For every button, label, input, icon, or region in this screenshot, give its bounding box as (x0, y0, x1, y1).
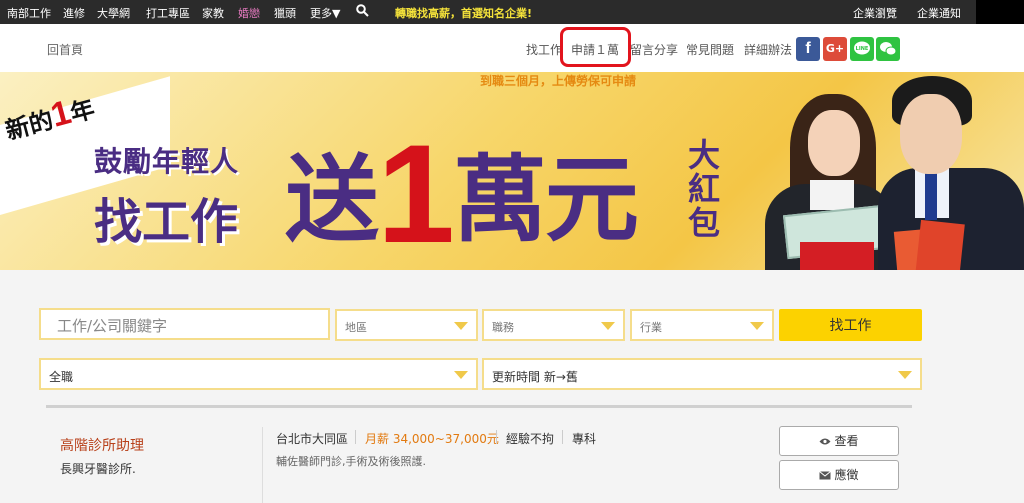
encourage-text: 鼓勵年輕人 (94, 145, 240, 178)
home-link[interactable]: 回首頁 (47, 41, 83, 58)
chevron-down-icon (454, 371, 468, 379)
apply-job-label: 應徵 (834, 468, 859, 482)
chevron-down-icon (454, 322, 468, 330)
nav-link-faq[interactable]: 常見問題 (686, 41, 734, 58)
topbar-link-dating[interactable]: 婚戀 (238, 5, 260, 21)
subsite-nav: 回首頁 找工作 申請１萬 留言分享 常見問題 詳細辦法 f G+ LINE (0, 24, 1024, 72)
view-job-label: 查看 (834, 434, 859, 448)
man-face-illustration (900, 94, 962, 174)
job-salary: 月薪 34,000~37,000元 (365, 432, 499, 446)
job-title-link[interactable]: 高階診所助理 (60, 435, 144, 455)
search-button[interactable]: 找工作 (779, 309, 922, 341)
company-name[interactable]: 長興牙醫診所. (60, 460, 136, 477)
job-location: 台北市大同區 (276, 432, 349, 446)
job-education: 專科 (572, 432, 597, 446)
nav-link-find-job[interactable]: 找工作 (526, 41, 562, 58)
job-type-select[interactable]: 職務 (482, 309, 625, 341)
find-job-text: 找工作 (94, 194, 239, 250)
sort-select[interactable]: 更新時間 新→舊 (482, 358, 922, 390)
currency-word: 萬元 (452, 146, 639, 255)
svg-text:LINE: LINE (856, 46, 869, 52)
keyword-input[interactable]: 工作/公司關鍵字 (39, 308, 330, 340)
chevron-down-icon (750, 322, 764, 330)
area-select[interactable]: 地區 (335, 309, 478, 341)
topbar-user-area[interactable] (976, 0, 1024, 24)
amount-number: 1 (377, 115, 455, 270)
search-icon[interactable] (356, 4, 369, 20)
industry-select[interactable]: 行業 (630, 309, 774, 341)
meta-separator (562, 430, 563, 444)
topbar-link-headhunter[interactable]: 獵頭 (274, 5, 296, 21)
industry-select-label: 行業 (640, 321, 662, 334)
employment-type-select[interactable]: 全職 (39, 358, 478, 390)
topbar-link-university[interactable]: 大學網 (97, 5, 130, 21)
topbar-link-study[interactable]: 進修 (63, 5, 85, 21)
highlight-annotation (560, 27, 631, 67)
sort-value: 更新時間 新→舊 (492, 370, 578, 384)
topbar-link-tutor[interactable]: 家教 (202, 5, 224, 21)
envelope-icon (819, 471, 832, 480)
job-description: 輔佐醫師門診,手術及術後照護. (276, 455, 426, 468)
apply-job-button[interactable]: 應徵 (779, 460, 899, 490)
red-envelope-illustration (800, 242, 874, 270)
nav-link-share[interactable]: 留言分享 (630, 41, 678, 58)
red-envelope-text: 大紅包 (688, 136, 721, 242)
chevron-down-icon (601, 322, 615, 330)
wechat-icon[interactable] (876, 37, 900, 61)
promo-banner[interactable]: 到職三個月，上傳勞保可申請 新的1年 鼓勵年輕人 找工作 送1萬元 大紅包 (0, 72, 1024, 270)
red-envelope-illustration (915, 219, 965, 270)
nav-link-details[interactable]: 詳細辦法 (744, 41, 792, 58)
top-bar: 南部工作 進修 大學網 打工專區 家教 婚戀 獵頭 更多▼ 轉職找高薪，首選知名… (0, 0, 1024, 24)
facebook-icon[interactable]: f (796, 37, 820, 61)
eye-icon (819, 438, 831, 445)
meta-separator (355, 430, 356, 444)
google-plus-icon[interactable]: G+ (823, 37, 847, 61)
topbar-link-south-jobs[interactable]: 南部工作 (7, 5, 51, 21)
list-divider (46, 405, 912, 408)
banner-notice: 到職三個月，上傳勞保可申請 (480, 74, 637, 88)
view-job-button[interactable]: 查看 (779, 426, 899, 456)
send-headline: 送1萬元 (285, 124, 639, 264)
card-divider (262, 427, 263, 503)
topbar-link-company-browse[interactable]: 企業瀏覽 (853, 5, 897, 21)
line-icon[interactable]: LINE (850, 37, 874, 61)
keyword-placeholder: 工作/公司關鍵字 (57, 317, 168, 335)
area-select-label: 地區 (345, 321, 367, 334)
employment-type-value: 全職 (49, 370, 74, 384)
topbar-promo-link[interactable]: 轉職找高薪，首選知名企業! (395, 5, 532, 21)
topbar-link-parttime[interactable]: 打工專區 (146, 5, 190, 21)
send-word: 送 (285, 146, 379, 255)
topbar-more-menu[interactable]: 更多▼ (310, 5, 340, 21)
topbar-link-company-notice[interactable]: 企業通知 (917, 5, 961, 21)
meta-separator (496, 430, 497, 444)
woman-shirt-illustration (810, 180, 854, 210)
woman-face-illustration (808, 110, 860, 176)
chevron-down-icon (898, 371, 912, 379)
man-tie-illustration (925, 172, 937, 220)
job-type-select-label: 職務 (492, 321, 514, 334)
job-experience: 經驗不拘 (506, 432, 555, 446)
